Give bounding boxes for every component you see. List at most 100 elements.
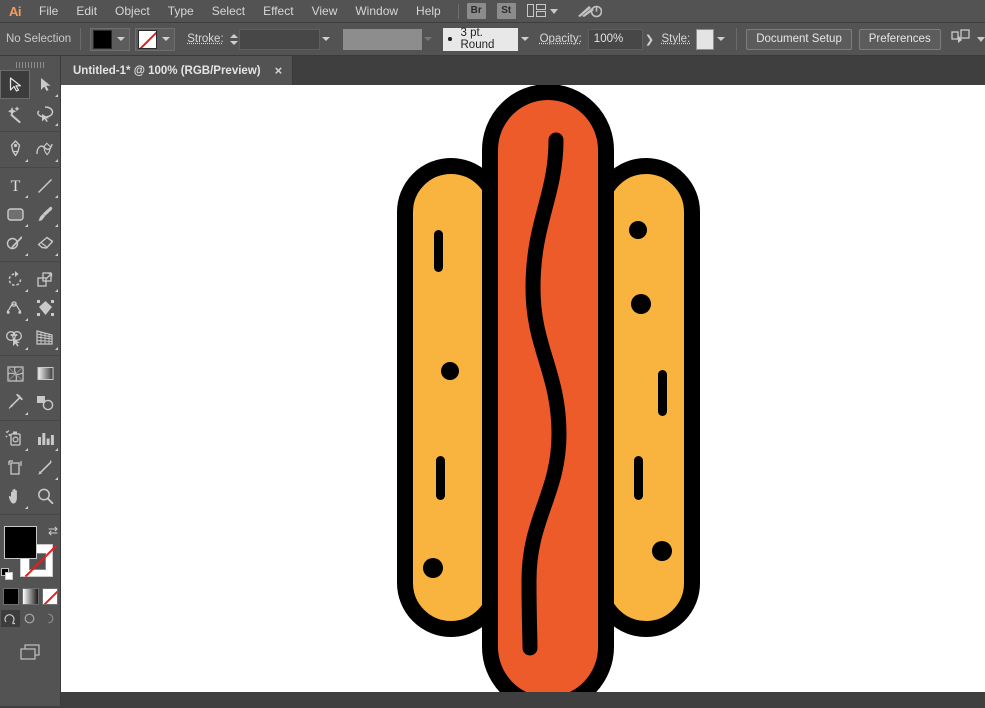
flyout-indicator-icon[interactable]	[55, 159, 58, 162]
flyout-indicator-icon[interactable]	[25, 159, 28, 162]
stroke-swatch[interactable]	[138, 30, 157, 49]
stroke-weight-input[interactable]	[239, 29, 320, 50]
bridge-button[interactable]: Br	[467, 3, 486, 19]
flyout-indicator-icon[interactable]	[55, 448, 58, 451]
flyout-indicator-icon[interactable]	[55, 253, 58, 256]
tools-panel-grip[interactable]	[0, 56, 60, 70]
draw-normal-button[interactable]	[1, 610, 20, 627]
draw-behind-button[interactable]	[20, 610, 39, 627]
align-dropdown-icon[interactable]	[977, 37, 985, 42]
type-tool[interactable]: T	[0, 171, 30, 200]
curvature-tool[interactable]	[30, 135, 60, 164]
stroke-weight-stepper[interactable]	[230, 29, 239, 50]
eyedropper-tool[interactable]	[0, 388, 30, 417]
variable-width-profile-input[interactable]	[343, 29, 422, 50]
perspective-grid-tool[interactable]	[30, 323, 60, 352]
selection-tool[interactable]	[0, 70, 30, 99]
shaper-pencil-tool[interactable]	[0, 229, 30, 258]
magic-wand-tool[interactable]	[0, 99, 30, 128]
graphic-style-swatch[interactable]	[696, 29, 714, 50]
rectangle-tool[interactable]	[0, 200, 30, 229]
flyout-indicator-icon[interactable]	[25, 289, 28, 292]
zoom-tool[interactable]	[30, 482, 60, 511]
flyout-indicator-icon[interactable]	[55, 195, 58, 198]
flyout-indicator-icon[interactable]	[55, 347, 58, 350]
paintbrush-tool[interactable]	[30, 200, 60, 229]
rotate-tool[interactable]	[0, 265, 30, 294]
stroke-swatch-group[interactable]	[135, 28, 175, 51]
free-transform-tool[interactable]	[30, 294, 60, 323]
color-button[interactable]	[3, 588, 19, 605]
flyout-indicator-icon[interactable]	[55, 123, 58, 126]
menu-type[interactable]: Type	[159, 0, 203, 23]
flyout-indicator-icon[interactable]	[55, 289, 58, 292]
flyout-indicator-icon[interactable]	[25, 347, 28, 350]
graphic-style-dropdown-icon[interactable]	[714, 29, 727, 50]
hot-dog-illustration[interactable]	[61, 85, 985, 692]
fill-swatch-group[interactable]	[90, 28, 130, 51]
variable-width-profile-dropdown-icon[interactable]	[422, 29, 435, 50]
style-label[interactable]: Style:	[661, 33, 690, 45]
opacity-label[interactable]: Opacity:	[540, 33, 582, 45]
none-button[interactable]	[42, 588, 58, 605]
lasso-tool[interactable]	[30, 99, 60, 128]
flyout-indicator-icon[interactable]	[55, 477, 58, 480]
stock-button[interactable]: St	[497, 3, 516, 19]
flyout-indicator-icon[interactable]	[25, 318, 28, 321]
fill-swatch[interactable]	[93, 30, 112, 49]
flyout-indicator-icon[interactable]	[55, 94, 58, 97]
document-setup-button[interactable]: Document Setup	[746, 29, 852, 50]
brush-definition-dropdown-icon[interactable]	[518, 29, 531, 50]
brush-definition-select[interactable]: 3 pt. Round	[443, 28, 518, 51]
artboard-tool[interactable]	[0, 453, 30, 482]
workspace-switcher-icon[interactable]	[527, 4, 547, 18]
menu-view[interactable]: View	[303, 0, 347, 23]
stroke-dropdown-icon[interactable]	[158, 29, 173, 50]
flyout-indicator-icon[interactable]	[25, 195, 28, 198]
flyout-indicator-icon[interactable]	[25, 224, 28, 227]
close-icon[interactable]: ×	[275, 64, 283, 77]
draw-inside-button[interactable]	[39, 610, 58, 627]
blend-tool[interactable]	[30, 388, 60, 417]
search-help-icon[interactable]	[576, 3, 602, 19]
document-canvas[interactable]	[61, 85, 985, 692]
shape-builder-tool[interactable]	[0, 323, 30, 352]
pen-tool[interactable]	[0, 135, 30, 164]
flyout-indicator-icon[interactable]	[25, 448, 28, 451]
default-fill-stroke-icon[interactable]	[1, 568, 14, 581]
opacity-input[interactable]: 100%	[588, 29, 643, 50]
fill-color-swatch[interactable]	[4, 526, 37, 559]
width-tool[interactable]	[0, 294, 30, 323]
swap-fill-stroke-icon[interactable]: ⇄	[48, 524, 58, 538]
line-segment-tool[interactable]	[30, 171, 60, 200]
gradient-button[interactable]	[22, 588, 38, 605]
menu-effect[interactable]: Effect	[254, 0, 302, 23]
opacity-options-icon[interactable]: ❯	[643, 29, 657, 50]
document-tab[interactable]: Untitled-1* @ 100% (RGB/Preview) ×	[61, 56, 293, 85]
preferences-button[interactable]: Preferences	[859, 29, 941, 50]
slice-tool[interactable]	[30, 453, 60, 482]
hand-tool[interactable]	[0, 482, 30, 511]
column-graph-tool[interactable]	[30, 424, 60, 453]
stroke-weight-label[interactable]: Stroke:	[187, 33, 223, 45]
menu-edit[interactable]: Edit	[67, 0, 106, 23]
fill-dropdown-icon[interactable]	[113, 29, 128, 50]
flyout-indicator-icon[interactable]	[25, 506, 28, 509]
stroke-weight-dropdown-icon[interactable]	[320, 29, 333, 50]
menu-select[interactable]: Select	[203, 0, 254, 23]
screen-mode-button[interactable]	[0, 627, 61, 663]
menu-window[interactable]: Window	[346, 0, 407, 23]
gradient-tool[interactable]	[30, 359, 60, 388]
menu-help[interactable]: Help	[407, 0, 450, 23]
symbol-sprayer-tool[interactable]	[0, 424, 30, 453]
chevron-down-icon[interactable]	[550, 9, 558, 14]
menu-object[interactable]: Object	[106, 0, 159, 23]
scale-tool[interactable]	[30, 265, 60, 294]
flyout-indicator-icon[interactable]	[25, 412, 28, 415]
flyout-indicator-icon[interactable]	[55, 224, 58, 227]
align-to-selection-icon[interactable]	[951, 29, 971, 50]
eraser-tool[interactable]	[30, 229, 60, 258]
flyout-indicator-icon[interactable]	[25, 253, 28, 256]
mesh-tool[interactable]	[0, 359, 30, 388]
direct-selection-tool[interactable]	[30, 70, 60, 99]
